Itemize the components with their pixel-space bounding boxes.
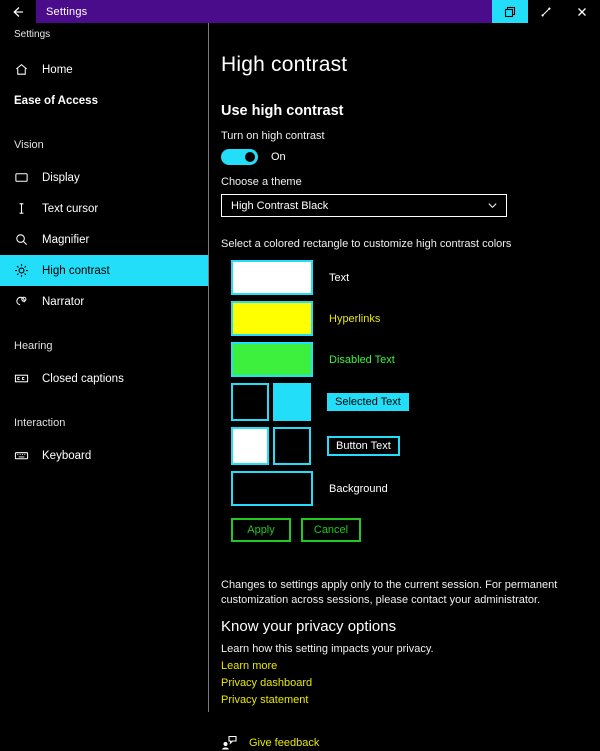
window-title: Settings	[46, 5, 88, 18]
swatch-hyperlinks[interactable]	[231, 301, 313, 336]
sidebar-item-home[interactable]: Home	[0, 54, 208, 85]
back-arrow-icon	[13, 6, 23, 17]
close-window-button[interactable]	[564, 0, 600, 23]
sidebar-app-label: Settings	[14, 29, 51, 40]
swatch-button-text-background[interactable]	[273, 427, 311, 465]
sidebar-item-text-cursor[interactable]: Text cursor	[0, 193, 208, 224]
apply-button[interactable]: Apply	[231, 518, 291, 542]
sidebar-item-display-label: Display	[42, 171, 80, 184]
theme-label: Choose a theme	[221, 176, 302, 188]
sidebar-item-closed-captions[interactable]: Closed captions	[0, 363, 208, 394]
sidebar-item-narrator[interactable]: Narrator	[0, 286, 208, 317]
feedback-person-icon	[222, 735, 237, 750]
close-icon	[578, 7, 586, 16]
give-feedback-row[interactable]: Give feedback	[221, 735, 600, 751]
swatch-row-text: Text	[231, 260, 600, 295]
window-title-band: Settings	[36, 0, 492, 23]
sidebar-item-high-contrast[interactable]: High contrast	[0, 255, 208, 286]
page-title: High contrast	[221, 53, 348, 76]
minimize-window-icon	[541, 7, 551, 16]
keyboard-icon	[14, 448, 36, 463]
swatch-disabled-text[interactable]	[231, 342, 313, 377]
monitor-icon	[14, 170, 36, 185]
swatch-text[interactable]	[231, 260, 313, 295]
closed-captions-icon	[14, 371, 36, 386]
swatch-hyperlinks-label: Hyperlinks	[329, 312, 381, 325]
sidebar-item-high-contrast-label: High contrast	[42, 264, 110, 277]
sidebar-item-magnifier[interactable]: Magnifier	[0, 224, 208, 255]
swatch-background-label: Background	[329, 482, 388, 495]
swatch-row-background: Background	[231, 471, 600, 506]
swatch-selected-text-foreground[interactable]	[231, 383, 269, 421]
give-feedback-label: Give feedback	[249, 736, 320, 749]
swatch-selected-text-label: Selected Text	[327, 393, 409, 411]
high-contrast-toggle[interactable]	[221, 149, 258, 165]
swatch-button-text-label: Button Text	[327, 436, 400, 456]
swatch-button-text-foreground[interactable]	[231, 427, 269, 465]
home-icon	[14, 62, 36, 77]
session-note: Changes to settings apply only to the cu…	[221, 579, 558, 606]
chevron-down-icon	[488, 203, 497, 209]
title-bar: Settings	[0, 0, 600, 23]
swatch-helper-text: Select a colored rectangle to customize …	[221, 238, 512, 250]
narrator-icon	[14, 294, 36, 309]
swatch-selected-text-background[interactable]	[273, 383, 311, 421]
magnifier-icon	[14, 232, 36, 247]
sidebar-item-display[interactable]: Display	[0, 162, 208, 193]
swatch-row-button-text: Button Text	[231, 427, 600, 465]
theme-dropdown-value: High Contrast Black	[231, 199, 329, 212]
back-button[interactable]	[0, 0, 36, 23]
sidebar-item-keyboard[interactable]: Keyboard	[0, 440, 208, 471]
text-cursor-icon	[14, 201, 36, 216]
swatch-row-hyperlinks: Hyperlinks	[231, 301, 600, 336]
sidebar-item-text-cursor-label: Text cursor	[42, 202, 99, 215]
toggle-state-label: On	[271, 151, 286, 163]
restore-window-icon	[504, 6, 516, 17]
action-button-row: Apply Cancel	[231, 518, 600, 542]
privacy-section-title: Know your privacy options	[221, 617, 397, 635]
main-content: High contrast Use high contrast Turn on …	[209, 23, 600, 750]
swatch-text-label: Text	[329, 271, 350, 284]
link-learn-more[interactable]: Learn more	[221, 660, 600, 672]
sidebar-category-label: Ease of Access	[14, 94, 98, 107]
minimize-window-button[interactable]	[528, 0, 564, 23]
sidebar-category-ease-of-access: Ease of Access	[0, 85, 208, 116]
high-contrast-toggle-row: On	[221, 149, 600, 165]
link-privacy-statement[interactable]: Privacy statement	[221, 694, 600, 706]
cancel-button[interactable]: Cancel	[301, 518, 361, 542]
sidebar-group-vision: Vision	[14, 139, 44, 151]
sidebar: Settings Home Ease of Access Vision Disp…	[0, 23, 208, 712]
sidebar-item-magnifier-label: Magnifier	[42, 233, 90, 246]
swatch-background[interactable]	[231, 471, 313, 506]
sidebar-group-hearing: Hearing	[14, 340, 53, 352]
restore-window-button[interactable]	[492, 0, 528, 23]
section-title: Use high contrast	[221, 103, 344, 119]
link-privacy-dashboard[interactable]: Privacy dashboard	[221, 677, 600, 689]
toggle-knob	[245, 152, 255, 162]
sidebar-item-keyboard-label: Keyboard	[42, 449, 92, 462]
toggle-label: Turn on high contrast	[221, 130, 325, 142]
sidebar-item-home-label: Home	[42, 63, 73, 76]
sidebar-item-closed-captions-label: Closed captions	[42, 372, 124, 385]
swatch-disabled-text-label: Disabled Text	[329, 353, 395, 366]
color-swatch-list: Text Hyperlinks Disabled Text Selected T…	[221, 260, 600, 506]
sidebar-item-narrator-label: Narrator	[42, 295, 85, 308]
swatch-row-disabled-text: Disabled Text	[231, 342, 600, 377]
brightness-icon	[14, 263, 36, 278]
swatch-row-selected-text: Selected Text	[231, 383, 600, 421]
privacy-subtitle: Learn how this setting impacts your priv…	[221, 642, 434, 655]
sidebar-group-interaction: Interaction	[14, 417, 66, 429]
theme-dropdown[interactable]: High Contrast Black	[221, 194, 507, 217]
